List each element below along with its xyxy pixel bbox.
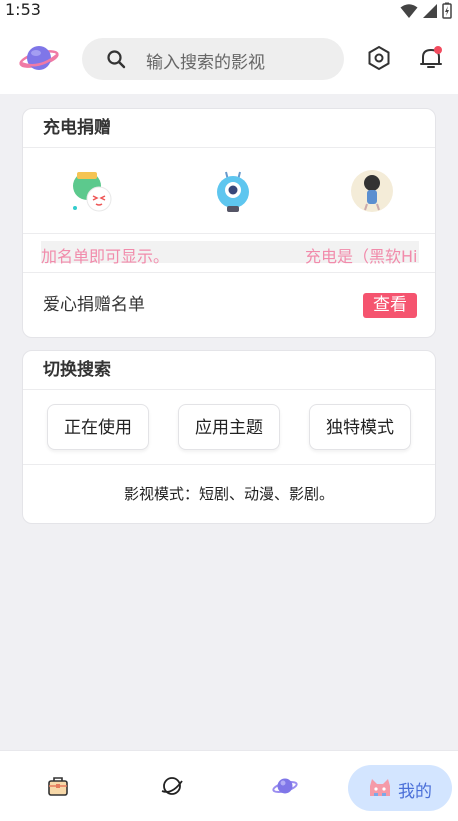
status-icons	[400, 2, 452, 19]
marquee-text-left: 加名单即可显示。	[41, 247, 170, 266]
app-header: 输入搜索的影视	[0, 22, 458, 94]
search-placeholder: 输入搜索的影视	[146, 53, 265, 73]
cat-icon	[370, 779, 390, 796]
donor-avatar-2[interactable]	[213, 168, 253, 214]
signal-icon	[423, 3, 437, 18]
wifi-icon	[400, 3, 418, 18]
hexagon-settings-icon[interactable]	[366, 45, 392, 71]
battery-icon	[442, 2, 452, 19]
donor-avatars-row	[23, 148, 435, 234]
status-bar: 1:53	[0, 0, 458, 22]
donor-list-label: 爱心捐赠名单	[43, 295, 145, 315]
apply-theme-button[interactable]: 应用主题	[178, 404, 280, 450]
nav-mine-label: 我的	[398, 782, 432, 802]
nav-item-mine[interactable]: 我的	[348, 765, 452, 811]
bell-icon[interactable]	[418, 45, 444, 71]
planet-purple-icon[interactable]	[272, 775, 298, 797]
donor-list-row[interactable]: 爱心捐赠名单 查看	[23, 273, 435, 337]
donor-avatar-1[interactable]	[69, 168, 115, 214]
in-use-button[interactable]: 正在使用	[47, 404, 149, 450]
donor-marquee: 加名单即可显示。 充电是（黑软Hi	[23, 234, 435, 273]
donation-title: 充电捐赠	[23, 109, 435, 148]
donor-avatar-3[interactable]	[349, 168, 395, 214]
status-time: 1:53	[5, 0, 41, 19]
search-input[interactable]: 输入搜索的影视	[82, 38, 344, 80]
search-icon	[107, 50, 126, 69]
search-switch-card: 切换搜索 正在使用 应用主题 独特模式 影视模式：短剧、动漫、影剧。	[22, 350, 436, 524]
view-donor-list-button[interactable]: 查看	[363, 293, 417, 318]
mode-buttons-row: 正在使用 应用主题 独特模式	[23, 390, 435, 465]
search-switch-title: 切换搜索	[23, 351, 435, 390]
bottom-nav: 我的	[0, 750, 458, 821]
planet-logo-icon[interactable]	[18, 40, 60, 76]
unique-mode-button[interactable]: 独特模式	[309, 404, 411, 450]
donation-card: 充电捐赠 加名单即可显示。 充电是（黑软Hi 爱心捐赠名单 查看	[22, 108, 436, 338]
mode-description: 影视模式：短剧、动漫、影剧。	[123, 485, 334, 503]
planet-outline-icon[interactable]	[160, 775, 184, 797]
home-box-icon[interactable]	[47, 775, 69, 797]
marquee-text-right: 充电是（黑软Hi	[305, 247, 418, 266]
